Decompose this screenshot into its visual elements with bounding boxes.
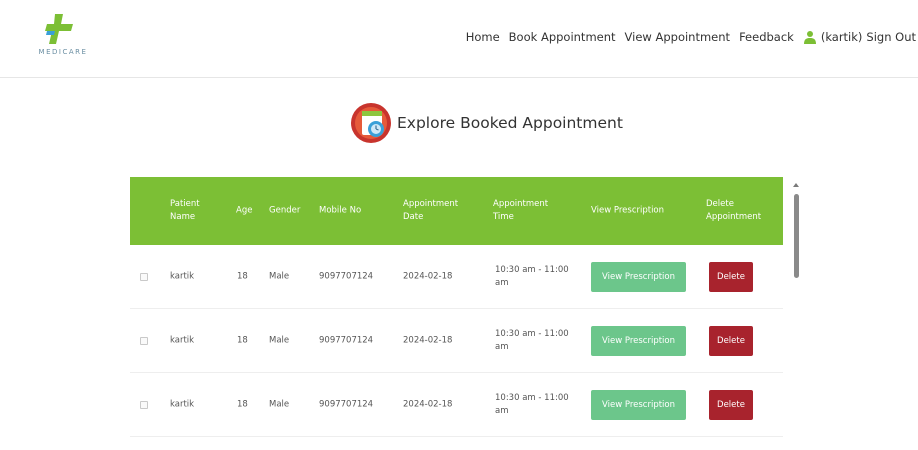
calendar-icon	[351, 103, 391, 143]
cell-gender: Male	[269, 399, 290, 409]
username-label: (kartik)	[820, 30, 863, 44]
delete-appointment-button[interactable]: Delete	[709, 325, 753, 356]
cell-patient-name: kartik	[170, 271, 195, 281]
cell-gender: Male	[269, 335, 290, 345]
user-menu[interactable]: (kartik) Sign Out	[803, 30, 916, 44]
cell-mobile-no: 9097707124	[319, 271, 374, 281]
header-gender: Gender	[269, 205, 301, 216]
delete-appointment-button[interactable]: Delete	[709, 389, 753, 420]
header-view-prescription: View Prescription	[591, 205, 665, 216]
cell-appointment-time: 10:30 am - 11:00 am	[495, 328, 569, 352]
table-scrollbar[interactable]	[792, 183, 800, 450]
row-checkbox[interactable]	[140, 272, 148, 281]
delete-appointment-button[interactable]: Delete	[709, 261, 753, 292]
appointments-table: Patient Name Age Gender Mobile No Appoin…	[130, 177, 796, 450]
cell-appointment-date: 2024-02-18	[403, 271, 453, 281]
cell-appointment-date: 2024-02-18	[403, 399, 453, 409]
cell-patient-name: kartik	[170, 335, 195, 345]
sign-out-link[interactable]: Sign Out	[866, 30, 916, 44]
header-age: Age	[236, 205, 253, 216]
header-patient-name: Patient Name	[170, 199, 200, 222]
cell-gender: Male	[269, 271, 290, 281]
view-prescription-button[interactable]: View Prescription	[591, 261, 686, 292]
cell-age: 18	[237, 399, 248, 409]
header-mobile-no: Mobile No	[319, 205, 362, 216]
table-row: kartik 18 Male 9097707124 2024-02-18 10:…	[130, 309, 783, 373]
scroll-thumb[interactable]	[794, 194, 799, 278]
view-prescription-button[interactable]: View Prescription	[591, 325, 686, 356]
user-icon	[803, 31, 816, 44]
cell-appointment-date: 2024-02-18	[403, 335, 453, 345]
cell-appointment-time: 10:30 am - 11:00 am	[495, 264, 569, 288]
cell-patient-name: kartik	[170, 399, 195, 409]
brand-wordmark: MEDICARE	[38, 48, 88, 56]
nav-book-appointment[interactable]: Book Appointment	[509, 30, 616, 44]
header-appointment-time: Appointment Time	[493, 199, 549, 222]
table-header: Patient Name Age Gender Mobile No Appoin…	[130, 177, 783, 245]
page-title: Explore Booked Appointment	[349, 100, 623, 146]
row-checkbox[interactable]	[140, 400, 148, 409]
scroll-up-arrow-icon[interactable]	[793, 183, 799, 187]
top-navbar: MEDICARE Home Book Appointment View Appo…	[0, 0, 918, 78]
medicare-logo[interactable]: MEDICARE	[22, 13, 104, 63]
cell-mobile-no: 9097707124	[319, 399, 374, 409]
cell-appointment-time: 10:30 am - 11:00 am	[495, 392, 569, 416]
header-appointment-date: Appointment Date	[403, 199, 459, 222]
medical-cross-icon	[45, 14, 73, 44]
nav-feedback[interactable]: Feedback	[739, 30, 794, 44]
table-row: kartik 18 Male 9097707124 2024-02-18 10:…	[130, 373, 783, 437]
header-delete-appointment: Delete Appointment	[706, 199, 762, 222]
view-prescription-button[interactable]: View Prescription	[591, 389, 686, 420]
row-checkbox[interactable]	[140, 336, 148, 345]
table-row: kartik 18 Male 9097707124 2024-02-18 10:…	[130, 245, 783, 309]
cell-mobile-no: 9097707124	[319, 335, 374, 345]
cell-age: 18	[237, 335, 248, 345]
main-nav: Home Book Appointment View Appointment F…	[457, 26, 918, 48]
nav-home[interactable]: Home	[466, 30, 500, 44]
page-title-text: Explore Booked Appointment	[397, 114, 623, 132]
nav-view-appointment[interactable]: View Appointment	[625, 30, 731, 44]
cell-age: 18	[237, 271, 248, 281]
